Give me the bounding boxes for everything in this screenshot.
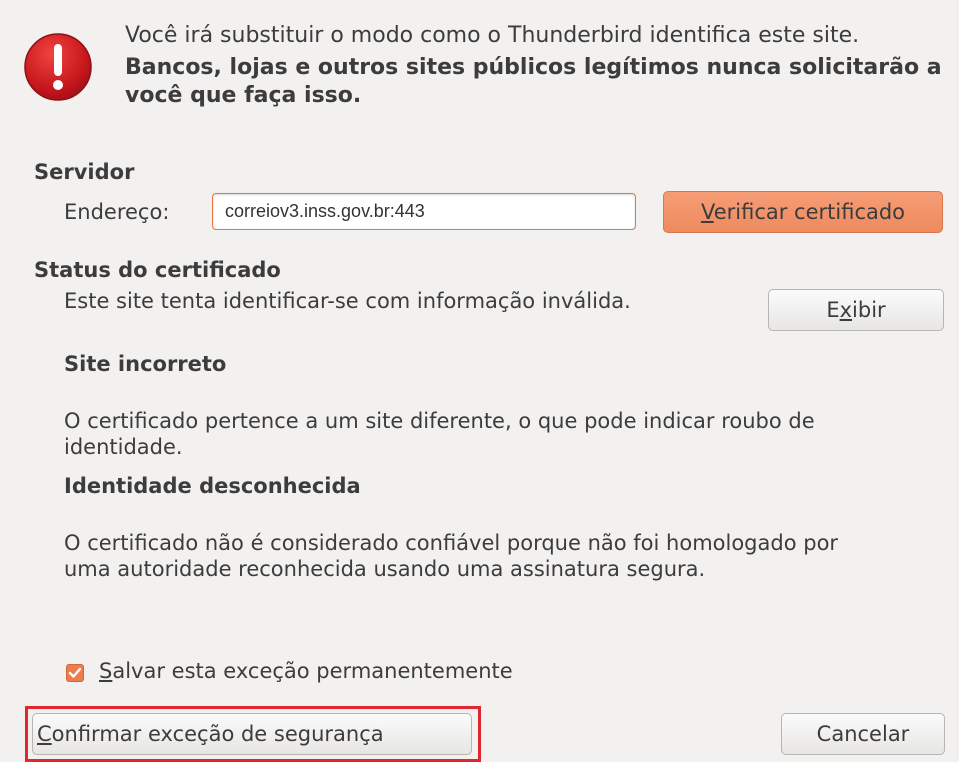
verify-certificate-button[interactable]: Verificar certificado bbox=[663, 191, 943, 233]
warning-emphasis: Bancos, lojas e outros sites públicos le… bbox=[125, 55, 942, 108]
warning-line: Você irá substituir o modo como o Thunde… bbox=[125, 23, 860, 48]
save-mnemonic: S bbox=[99, 659, 113, 683]
save-label-text: alvar esta exceção permanentemente bbox=[112, 659, 513, 683]
certificate-status-title: Status do certificado bbox=[34, 258, 281, 282]
problem-title-unknown-identity: Identidade desconhecida bbox=[64, 474, 361, 498]
verify-mnemonic: V bbox=[700, 200, 714, 224]
status-description: Este site tenta identificar-se com infor… bbox=[64, 289, 631, 313]
verify-label: erificar certificado bbox=[713, 200, 906, 224]
problem-title-wrong-site: Site incorreto bbox=[64, 352, 227, 376]
problem-text-wrong-site: O certificado pertence a um site diferen… bbox=[64, 409, 815, 459]
warning-message: Você irá substituir o modo como o Thunde… bbox=[125, 22, 945, 110]
save-permanently-label[interactable]: Salvar esta exceção permanentemente bbox=[99, 659, 513, 683]
view-label-after: ibir bbox=[852, 298, 886, 322]
cancel-button[interactable]: Cancelar bbox=[781, 713, 945, 755]
warning-icon bbox=[22, 31, 94, 103]
problem-text-unknown-identity: O certificado não é considerado confiáve… bbox=[64, 531, 839, 581]
view-label-before: E bbox=[826, 298, 840, 322]
view-mnemonic: x bbox=[839, 298, 853, 322]
view-certificate-button[interactable]: Exibir bbox=[768, 289, 944, 331]
save-permanently-checkbox[interactable] bbox=[66, 664, 84, 682]
confirm-button-highlight bbox=[25, 706, 481, 762]
address-label: Endereço: bbox=[64, 200, 170, 224]
server-section-title: Servidor bbox=[34, 160, 135, 184]
address-input[interactable]: correiov3.inss.gov.br:443 bbox=[212, 193, 636, 230]
checkmark-icon bbox=[68, 667, 82, 678]
